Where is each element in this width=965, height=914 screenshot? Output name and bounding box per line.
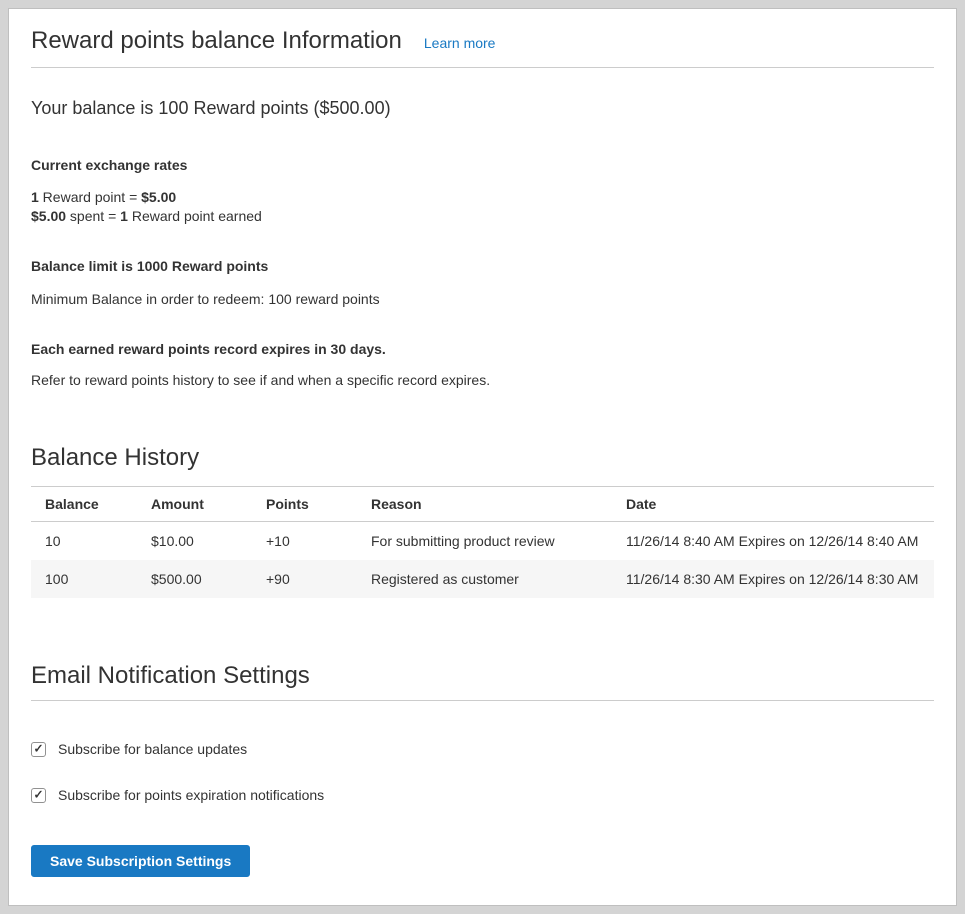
balance-history-title: Balance History xyxy=(31,444,934,472)
balance-summary: Your balance is 100 Reward points ($500.… xyxy=(31,98,934,119)
exchange-line2-text: spent = xyxy=(66,208,120,224)
expiry-note: Refer to reward points history to see if… xyxy=(31,371,934,390)
cell-amount: $10.00 xyxy=(137,522,252,561)
page-header: Reward points balance Information Learn … xyxy=(31,27,934,68)
checkmark-icon: ✓ xyxy=(33,743,43,755)
minimum-balance: Minimum Balance in order to redeem: 100 … xyxy=(31,290,934,309)
exchange-rate-line-2: $5.00 spent = 1 Reward point earned xyxy=(31,207,934,226)
table-header-row: Balance Amount Points Reason Date xyxy=(31,487,934,522)
exchange-line1-text: Reward point = xyxy=(39,189,141,205)
exchange-rates-heading: Current exchange rates xyxy=(31,157,934,173)
expiration-notifications-checkbox[interactable]: ✓ xyxy=(31,788,46,803)
cell-points: +90 xyxy=(252,560,357,598)
exchange-line1-value: $5.00 xyxy=(141,189,176,205)
exchange-line2-points: 1 xyxy=(120,208,128,224)
subscribe-expiration-notifications-row: ✓ Subscribe for points expiration notifi… xyxy=(31,787,934,803)
cell-amount: $500.00 xyxy=(137,560,252,598)
table-row: 10 $10.00 +10 For submitting product rev… xyxy=(31,522,934,561)
reward-points-page: Reward points balance Information Learn … xyxy=(8,8,957,906)
cell-reason: For submitting product review xyxy=(357,522,612,561)
exchange-rates: 1 Reward point = $5.00 $5.00 spent = 1 R… xyxy=(31,188,934,226)
balance-updates-checkbox[interactable]: ✓ xyxy=(31,742,46,757)
cell-balance: 10 xyxy=(31,522,137,561)
column-header-amount: Amount xyxy=(137,487,252,522)
expiry-notice: Each earned reward points record expires… xyxy=(31,341,934,357)
page-title: Reward points balance Information xyxy=(31,27,402,55)
cell-date: 11/26/14 8:40 AM Expires on 12/26/14 8:4… xyxy=(612,522,934,561)
subscribe-balance-updates-row: ✓ Subscribe for balance updates xyxy=(31,741,934,757)
cell-date: 11/26/14 8:30 AM Expires on 12/26/14 8:3… xyxy=(612,560,934,598)
exchange-line2-end: Reward point earned xyxy=(128,208,262,224)
column-header-points: Points xyxy=(252,487,357,522)
cell-reason: Registered as customer xyxy=(357,560,612,598)
balance-history-table: Balance Amount Points Reason Date 10 $10… xyxy=(31,486,934,598)
exchange-line2-value: $5.00 xyxy=(31,208,66,224)
column-header-date: Date xyxy=(612,487,934,522)
balance-updates-label: Subscribe for balance updates xyxy=(58,741,247,757)
save-subscription-settings-button[interactable]: Save Subscription Settings xyxy=(31,845,250,877)
cell-balance: 100 xyxy=(31,560,137,598)
balance-limit: Balance limit is 1000 Reward points xyxy=(31,258,934,274)
column-header-reason: Reason xyxy=(357,487,612,522)
table-row: 100 $500.00 +90 Registered as customer 1… xyxy=(31,560,934,598)
exchange-line1-points: 1 xyxy=(31,189,39,205)
checkmark-icon: ✓ xyxy=(33,789,43,801)
column-header-balance: Balance xyxy=(31,487,137,522)
cell-points: +10 xyxy=(252,522,357,561)
email-settings-header: Email Notification Settings xyxy=(31,662,934,701)
email-settings-title: Email Notification Settings xyxy=(31,662,934,690)
learn-more-link[interactable]: Learn more xyxy=(424,35,496,51)
exchange-rate-line-1: 1 Reward point = $5.00 xyxy=(31,188,934,207)
expiration-notifications-label: Subscribe for points expiration notifica… xyxy=(58,787,324,803)
